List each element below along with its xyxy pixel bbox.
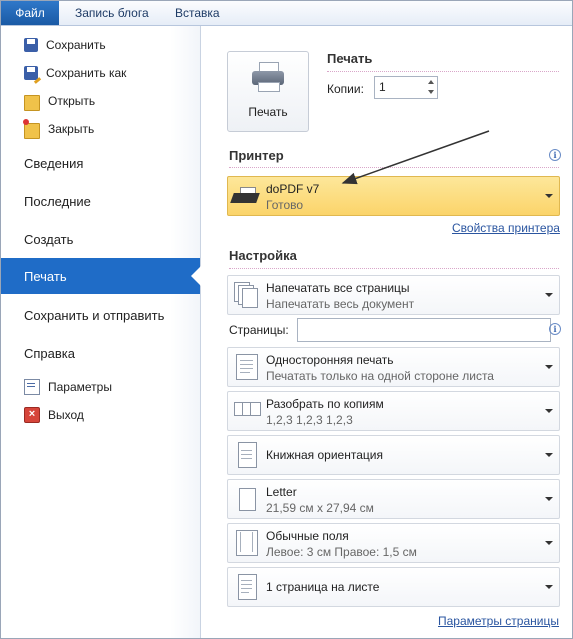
print-button-label: Печать — [248, 105, 288, 119]
stepper-down-icon[interactable] — [428, 90, 434, 94]
print-panel: Печать Печать Копии: 1 Принтер i doPDF v… — [201, 26, 572, 638]
divider — [327, 71, 559, 72]
collate-dropdown[interactable]: Разобрать по копиям 1,2,3 1,2,3 1,2,3 — [227, 391, 560, 431]
info-icon[interactable]: i — [549, 149, 561, 161]
stepper-up-icon[interactable] — [428, 80, 434, 84]
setting-subtitle: Печатать только на одной стороне листа — [266, 369, 494, 383]
sidebar-item-label: Сохранить и отправить — [24, 307, 165, 323]
chevron-down-icon — [545, 541, 553, 545]
printer-section-title: Принтер — [229, 148, 284, 163]
sidebar-item-save-send[interactable]: Сохранить и отправить — [1, 297, 200, 333]
setting-title: 1 страница на листе — [266, 580, 380, 594]
chevron-down-icon — [545, 585, 553, 589]
sidebar-item-label: Сведения — [24, 155, 84, 171]
one-sided-icon — [234, 354, 258, 380]
chevron-down-icon — [545, 293, 553, 297]
exit-icon: × — [24, 407, 40, 423]
page-setup-link[interactable]: Параметры страницы — [438, 614, 559, 628]
setting-title: Напечатать все страницы — [266, 281, 410, 295]
setting-title: Обычные поля — [266, 529, 349, 543]
chevron-down-icon — [545, 194, 553, 198]
sidebar-item-label: Справка — [24, 345, 75, 361]
sidebar-item-label: Открыть — [48, 94, 96, 108]
options-icon — [24, 379, 40, 395]
sidebar-item-label: Выход — [48, 408, 84, 422]
sidebar-item-info[interactable]: Сведения — [1, 145, 200, 181]
setting-title: Letter — [266, 485, 297, 499]
sidebar-item-options[interactable]: Параметры — [1, 374, 200, 400]
annotation-arrow — [341, 130, 490, 185]
active-pointer — [191, 266, 201, 286]
chevron-down-icon — [545, 409, 553, 413]
info-icon[interactable]: i — [549, 323, 561, 335]
printer-icon — [230, 185, 260, 207]
printer-icon — [252, 62, 284, 92]
sidebar-item-label: Сохранить как — [46, 66, 127, 80]
backstage-sidebar: Сохранить Сохранить как Открыть Закрыть … — [1, 26, 201, 638]
settings-section-title: Настройка — [229, 248, 297, 263]
pages-per-sheet-icon — [234, 574, 258, 600]
print-button[interactable]: Печать — [227, 51, 309, 132]
copies-stepper[interactable]: 1 — [374, 76, 438, 99]
setting-subtitle: Напечатать весь документ — [266, 297, 415, 311]
sidebar-item-exit[interactable]: × Выход — [1, 402, 200, 428]
orientation-dropdown[interactable]: Книжная ориентация — [227, 435, 560, 475]
divider — [229, 268, 559, 269]
portrait-icon — [234, 442, 258, 468]
sidebar-item-help[interactable]: Справка — [1, 335, 200, 371]
pages-per-sheet-dropdown[interactable]: 1 страница на листе — [227, 567, 560, 607]
save-as-icon — [24, 66, 38, 80]
setting-subtitle: 21,59 см x 27,94 см — [266, 501, 374, 515]
sidebar-item-new[interactable]: Создать — [1, 221, 200, 257]
setting-title: Односторонняя печать — [266, 353, 394, 367]
save-icon — [24, 38, 38, 52]
paper-size-dropdown[interactable]: Letter 21,59 см x 27,94 см — [227, 479, 560, 519]
sidebar-item-label: Закрыть — [48, 122, 95, 136]
sidebar-item-close[interactable]: Закрыть — [1, 116, 200, 142]
print-range-dropdown[interactable]: Напечатать все страницы Напечатать весь … — [227, 275, 560, 315]
printer-status: Готово — [266, 198, 304, 212]
margins-dropdown[interactable]: Обычные поля Левое: 3 см Правое: 1,5 см — [227, 523, 560, 563]
tab-blog-post[interactable]: Запись блога — [75, 1, 149, 25]
paper-size-icon — [234, 486, 258, 512]
sidebar-item-label: Последние — [24, 193, 91, 209]
tab-file[interactable]: Файл — [1, 1, 59, 25]
sidebar-item-save-as[interactable]: Сохранить как — [1, 60, 200, 86]
margins-icon — [234, 530, 258, 556]
collate-icon — [234, 398, 261, 424]
open-folder-icon — [24, 94, 40, 111]
setting-subtitle: Левое: 3 см Правое: 1,5 см — [266, 545, 417, 559]
copies-value: 1 — [379, 80, 386, 94]
copies-label: Копии: — [327, 82, 364, 96]
sidebar-item-save[interactable]: Сохранить — [1, 32, 200, 58]
pages-input[interactable] — [297, 318, 551, 342]
sidebar-item-print[interactable]: Печать — [1, 258, 201, 294]
chevron-down-icon — [545, 497, 553, 501]
sidebar-item-recent[interactable]: Последние — [1, 183, 200, 219]
sidebar-item-label: Сохранить — [46, 38, 106, 52]
sidebar-item-label: Печать — [24, 268, 67, 284]
tab-insert[interactable]: Вставка — [175, 1, 220, 25]
sides-dropdown[interactable]: Односторонняя печать Печатать только на … — [227, 347, 560, 387]
sidebar-item-label: Параметры — [48, 380, 112, 394]
chevron-down-icon — [545, 453, 553, 457]
sidebar-item-open[interactable]: Открыть — [1, 88, 200, 114]
backstage-window: Файл Запись блога Вставка Сохранить Сохр… — [0, 0, 573, 639]
setting-subtitle: 1,2,3 1,2,3 1,2,3 — [266, 413, 353, 427]
close-folder-icon — [23, 118, 40, 139]
pages-label: Страницы: — [229, 323, 289, 337]
chevron-down-icon — [545, 365, 553, 369]
printer-name: doPDF v7 — [266, 182, 320, 196]
ribbon-tabs: Файл Запись блога Вставка — [1, 1, 572, 26]
setting-title: Разобрать по копиям — [266, 397, 384, 411]
print-section-title: Печать — [327, 51, 373, 66]
pages-stack-icon — [234, 282, 258, 308]
printer-properties-link[interactable]: Свойства принтера — [452, 221, 560, 235]
sidebar-item-label: Создать — [24, 231, 74, 247]
setting-title: Книжная ориентация — [266, 448, 383, 462]
